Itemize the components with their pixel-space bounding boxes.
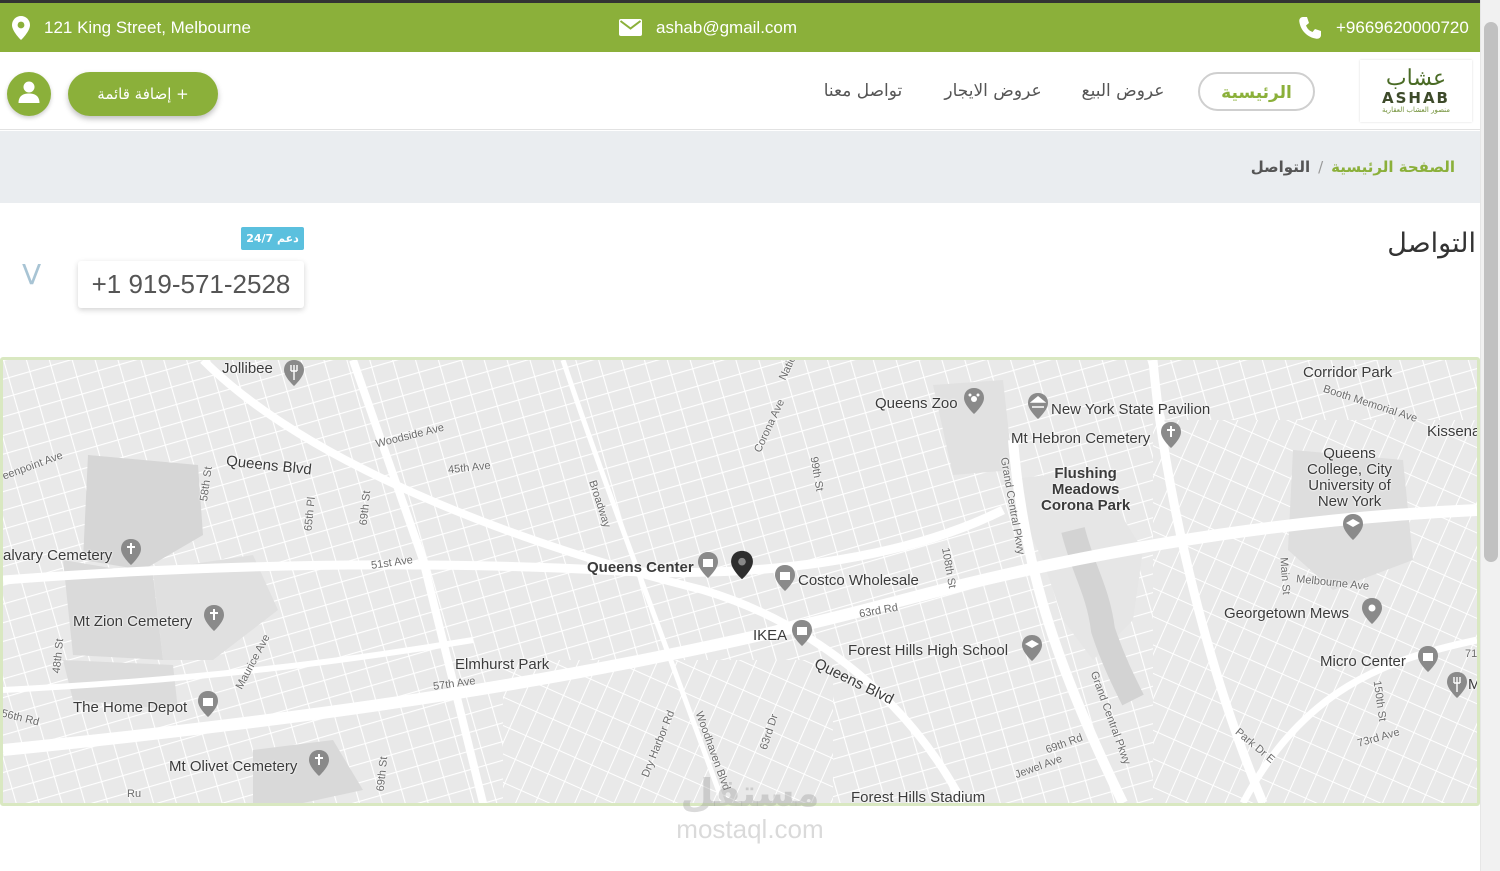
zoo-pin-icon[interactable] <box>963 388 985 414</box>
support-badge: 24/7 دعم <box>241 227 304 250</box>
map-label: Mt Zion Cemetery <box>73 613 193 630</box>
map-label-queens-college: Queens College, City University of New York <box>1307 445 1393 510</box>
map-label: Queens Zoo <box>875 395 958 412</box>
cemetery-pin-icon[interactable] <box>203 605 225 631</box>
add-listing-button[interactable]: إضافة قائمة + <box>68 72 218 116</box>
phone-icon <box>1298 16 1322 40</box>
page-title: التواصل <box>1387 228 1476 259</box>
map-label-flushing: Flushing Meadows Corona Park <box>1041 465 1131 514</box>
breadcrumb-bar: الصفحة الرئيسية / التواصل <box>0 131 1480 203</box>
map-label: Forest Hills High School <box>848 642 1009 659</box>
map-label: The Home Depot <box>73 699 188 716</box>
map-label: Queens Center <box>587 559 694 576</box>
shopping-pin-icon[interactable] <box>697 552 719 578</box>
location-map[interactable]: Jollibee Natio Corridor Park Booth Memor… <box>0 357 1480 806</box>
envelope-icon <box>619 19 642 36</box>
breadcrumb-home-link[interactable]: الصفحة الرئيسية <box>1331 158 1455 176</box>
logo-arabic-text: عشاب <box>1385 65 1447 91</box>
phone-info[interactable]: +9669620000720 <box>1298 3 1469 52</box>
phone-text[interactable]: +9669620000720 <box>1336 18 1469 38</box>
page: 121 King Street, Melbourne ashab@gmail.c… <box>0 0 1500 871</box>
top-info-bar: 121 King Street, Melbourne ashab@gmail.c… <box>0 0 1480 52</box>
address-info: 121 King Street, Melbourne <box>12 3 251 52</box>
place-pin-icon[interactable] <box>1361 598 1383 624</box>
breadcrumb-current: التواصل <box>1250 158 1311 176</box>
location-marker-icon[interactable] <box>730 550 754 580</box>
contact-phone-card[interactable]: +1 919-571-2528 <box>78 261 304 308</box>
map-label: Georgetown Mews <box>1224 605 1350 622</box>
address-text: 121 King Street, Melbourne <box>44 17 251 37</box>
map-label: Forest Hills Stadium <box>851 789 986 806</box>
map-label: Main St <box>1277 556 1292 596</box>
map-label: New York State Pavilion <box>1051 401 1211 418</box>
main-navigation: عشاب ASHAB منصور العشاب العقارية الرئيسي… <box>0 52 1480 130</box>
user-account-button[interactable] <box>7 72 51 116</box>
map-label: IKEA <box>753 627 788 644</box>
map-label: Corridor Park <box>1303 364 1393 381</box>
map-label: Mt Olivet Cemetery <box>169 758 298 775</box>
brand-logo[interactable]: عشاب ASHAB منصور العشاب العقارية <box>1360 60 1472 122</box>
map-label: 71 <box>1465 648 1478 660</box>
logo-tagline: منصور العشاب العقارية <box>1381 105 1450 114</box>
map-label: Micro Center <box>1320 653 1406 670</box>
map-label: Jollibee <box>222 360 273 377</box>
map-label: Elmhurst Park <box>455 656 550 673</box>
email-info[interactable]: ashab@gmail.com <box>619 3 797 52</box>
breadcrumb-separator: / <box>1318 158 1324 176</box>
nav-sale-link[interactable]: عروض البيع <box>1068 72 1178 111</box>
location-pin-icon <box>12 15 30 40</box>
nav-contact-link[interactable]: تواصل معنا <box>808 72 918 111</box>
university-pin-icon[interactable] <box>1342 514 1364 540</box>
email-text[interactable]: ashab@gmail.com <box>656 18 797 38</box>
nav-rent-link[interactable]: عروض الايجار <box>938 72 1048 111</box>
shopping-pin-icon[interactable] <box>197 691 219 717</box>
page-scrollbar[interactable] <box>1480 0 1500 871</box>
cemetery-pin-icon[interactable] <box>120 539 142 565</box>
cemetery-pin-icon[interactable] <box>1160 422 1182 448</box>
nav-home-link[interactable]: الرئيسية <box>1198 72 1315 111</box>
restaurant-pin-icon[interactable] <box>1446 672 1468 698</box>
school-pin-icon[interactable] <box>1021 635 1043 661</box>
landmark-pin-icon[interactable] <box>1027 393 1049 419</box>
map-label: Mt Hebron Cemetery <box>1011 430 1151 447</box>
map-label: Kissena <box>1427 423 1480 440</box>
cemetery-pin-icon[interactable] <box>308 750 330 776</box>
restaurant-pin-icon[interactable] <box>283 360 305 386</box>
map-label: M <box>1468 676 1480 693</box>
shopping-pin-icon[interactable] <box>774 565 796 591</box>
logo-latin-text: ASHAB <box>1381 88 1450 107</box>
map-label: Ru <box>127 788 142 800</box>
scrollbar-thumb[interactable] <box>1484 22 1498 562</box>
user-icon <box>17 80 41 108</box>
shopping-pin-icon[interactable] <box>791 620 813 646</box>
watermark-latin: mostaql.com <box>676 814 824 844</box>
map-label: alvary Cemetery <box>3 547 113 564</box>
map-label: Costco Wholesale <box>798 572 919 589</box>
shopping-pin-icon[interactable] <box>1417 646 1439 672</box>
chevron-down-icon[interactable]: V <box>22 258 41 291</box>
breadcrumb: الصفحة الرئيسية / التواصل <box>1251 131 1455 203</box>
map-streets <box>3 360 1477 803</box>
